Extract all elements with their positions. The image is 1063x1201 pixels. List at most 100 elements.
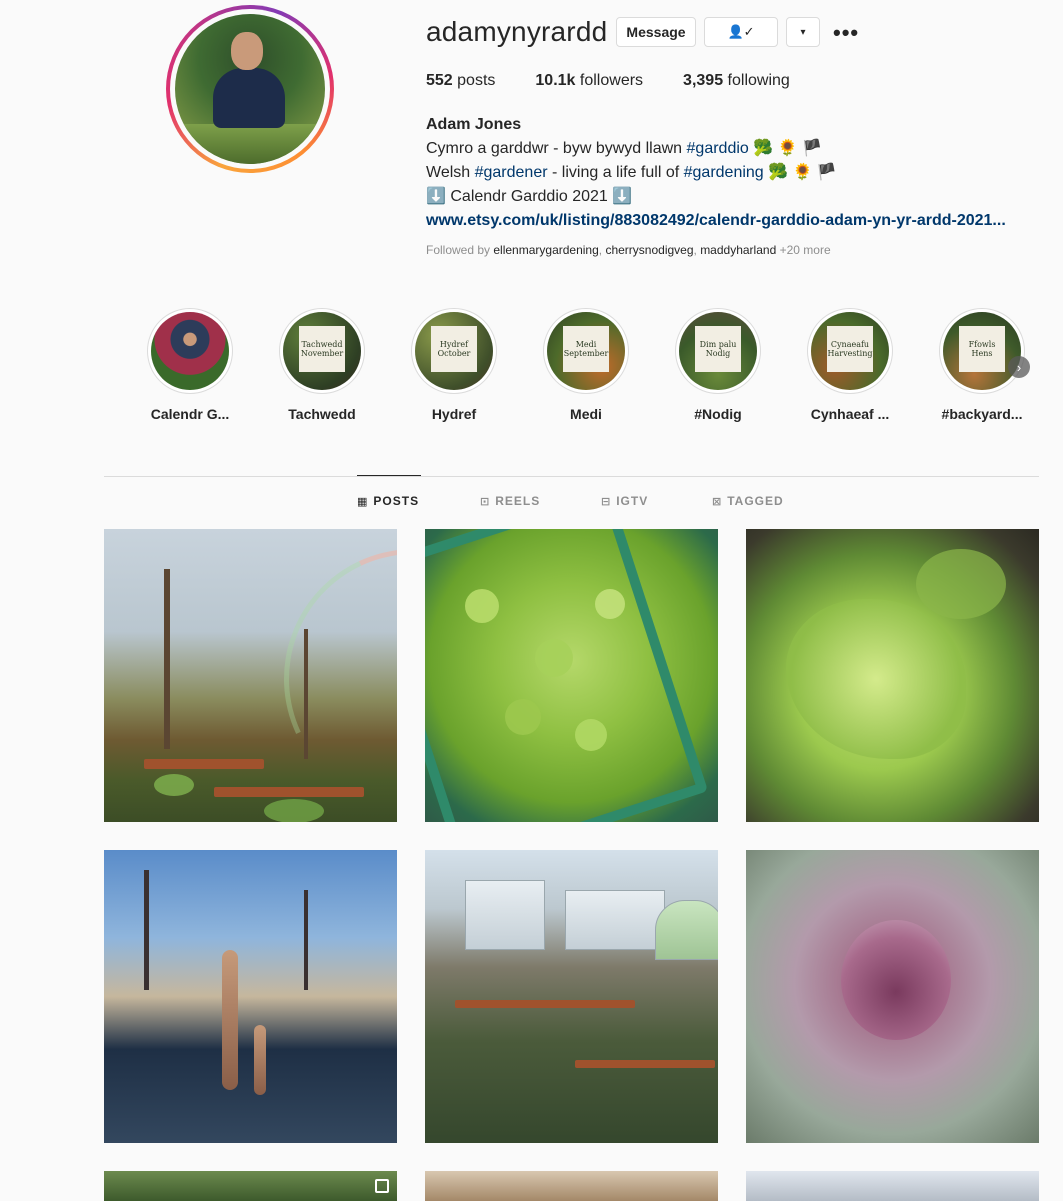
- message-button[interactable]: Message: [616, 17, 696, 47]
- active-tab-indicator: [357, 475, 421, 476]
- tab-reels[interactable]: ⊡ REELS: [480, 494, 540, 508]
- post-image-sprout: [595, 589, 625, 619]
- post-image-polytunnel: [655, 900, 718, 960]
- highlight-ring: Cynaeafu Harvesting: [807, 308, 893, 394]
- highlight-ring: Dim palu Nodig: [675, 308, 761, 394]
- grid-icon: ▦: [357, 495, 369, 508]
- highlight-item[interactable]: Hydref October Hydref: [388, 308, 520, 422]
- following-count: 3,395: [683, 72, 724, 89]
- followed-by-user[interactable]: ellenmarygardening: [493, 243, 598, 257]
- highlight-item[interactable]: Cynaeafu Harvesting Cynhaeaf ...: [784, 308, 916, 422]
- more-options-icon[interactable]: •••: [833, 20, 859, 46]
- profile-full-name: Adam Jones: [426, 116, 522, 133]
- bio-emoji: 🥦 🌻 🏴: [763, 164, 837, 181]
- post-image-lettuce: [786, 599, 966, 759]
- followed-by-user[interactable]: cherrysnodigveg: [605, 243, 693, 257]
- post-image-sprout: [505, 699, 541, 735]
- hashtag-link-gardener[interactable]: #gardener: [475, 164, 548, 181]
- highlight-cover: Tachwedd November: [283, 312, 361, 390]
- highlight-label: Tachwedd: [288, 406, 356, 422]
- highlight-label: Hydref: [431, 406, 477, 422]
- highlight-card-text: Medi September: [563, 326, 609, 372]
- bio-text: Cymro a garddwr - byw bywyd llawn: [426, 140, 687, 157]
- bio-external-link[interactable]: www.etsy.com/uk/listing/883082492/calend…: [426, 209, 1036, 233]
- profile-username: adamynyrardd: [426, 16, 608, 47]
- profile-tabs: ▦ POSTS ⊡ REELS ⊟ IGTV ⊠ TAGGED: [104, 494, 1039, 514]
- post-image-tree: [164, 569, 170, 749]
- post-image-plant: [264, 799, 324, 822]
- avatar: [175, 14, 325, 164]
- followed-by-user[interactable]: maddyharland: [700, 243, 776, 257]
- tab-label: TAGGED: [727, 494, 784, 508]
- avatar-person-body: [213, 68, 285, 128]
- followed-by-label: Followed by: [426, 243, 494, 257]
- highlight-cover: Hydref October: [415, 312, 493, 390]
- highlight-ring: Hydref October: [411, 308, 497, 394]
- highlight-item[interactable]: Tachwedd November Tachwedd: [256, 308, 388, 422]
- highlight-item[interactable]: Medi September Medi: [520, 308, 652, 422]
- post-thumbnail[interactable]: [425, 529, 718, 822]
- highlight-label: Medi: [570, 406, 602, 422]
- tab-label: POSTS: [373, 494, 420, 508]
- post-thumbnail[interactable]: [104, 1171, 397, 1201]
- igtv-icon: ⊟: [601, 495, 612, 508]
- chevron-right-icon: ›: [1016, 359, 1022, 375]
- tab-posts[interactable]: ▦ POSTS: [357, 494, 419, 508]
- post-thumbnail[interactable]: [425, 850, 718, 1143]
- highlight-item[interactable]: Calendr G...: [124, 308, 256, 422]
- highlight-ring: [147, 308, 233, 394]
- highlight-label: #Nodig: [694, 406, 742, 422]
- profile-stats: 552 posts 10.1k followers 3,395 followin…: [426, 72, 830, 90]
- posts-count: 552: [426, 72, 453, 89]
- profile-bio: Adam Jones Cymro a garddwr - byw bywyd l…: [426, 113, 1041, 233]
- carousel-icon: [375, 1179, 389, 1193]
- highlight-cover: [151, 312, 229, 390]
- highlights-next-button[interactable]: ›: [1008, 356, 1030, 378]
- post-image-tree: [304, 890, 308, 990]
- bio-line-english: Welsh #gardener - living a life full of …: [426, 161, 1041, 185]
- highlight-cover: Ffowls Hens: [943, 312, 1021, 390]
- hashtag-link-garddio[interactable]: #garddio: [687, 140, 749, 157]
- highlight-card-text: Ffowls Hens: [959, 326, 1005, 372]
- avatar-frame: [170, 9, 330, 169]
- highlight-cover: Medi September: [547, 312, 625, 390]
- post-thumbnail[interactable]: [746, 529, 1039, 822]
- following-button[interactable]: 👤✓: [704, 17, 778, 47]
- post-thumbnail[interactable]: [425, 1171, 718, 1201]
- following-stat[interactable]: 3,395 following: [683, 72, 790, 90]
- highlight-card-text: Tachwedd November: [299, 326, 345, 372]
- post-image-raised-bed: [455, 1000, 635, 1008]
- post-image-bulrush: [254, 1025, 266, 1095]
- followers-stat[interactable]: 10.1k followers: [535, 72, 643, 90]
- post-thumbnail[interactable]: [104, 850, 397, 1143]
- post-image-bulrush: [222, 950, 238, 1090]
- post-image-red-cabbage: [841, 920, 951, 1040]
- profile-avatar-story-ring[interactable]: [166, 5, 334, 173]
- avatar-plants: [175, 124, 325, 164]
- highlight-ring: Tachwedd November: [279, 308, 365, 394]
- tab-label: IGTV: [616, 494, 649, 508]
- followed-by-more[interactable]: +20 more: [780, 243, 831, 257]
- tagged-icon: ⊠: [712, 495, 723, 508]
- post-image-shed: [465, 880, 545, 950]
- highlight-label: Calendr G...: [150, 406, 230, 422]
- followed-by[interactable]: Followed by ellenmarygardening, cherrysn…: [426, 243, 831, 257]
- highlight-card-text: Cynaeafu Harvesting: [827, 326, 873, 372]
- post-image-raised-bed: [214, 787, 364, 797]
- tab-tagged[interactable]: ⊠ TAGGED: [712, 494, 784, 508]
- hashtag-link-gardening[interactable]: #gardening: [684, 164, 764, 181]
- post-thumbnail[interactable]: [746, 1171, 1039, 1201]
- highlight-label: Cynhaeaf ...: [810, 406, 890, 422]
- bio-text: Welsh: [426, 164, 475, 181]
- posts-label: posts: [457, 72, 496, 89]
- post-thumbnail[interactable]: [104, 529, 397, 822]
- bio-text: - living a life full of: [547, 164, 684, 181]
- highlight-item[interactable]: Dim palu Nodig #Nodig: [652, 308, 784, 422]
- tab-igtv[interactable]: ⊟ IGTV: [601, 494, 648, 508]
- highlight-ring: Ffowls Hens: [939, 308, 1025, 394]
- following-user-check-icon: 👤✓: [727, 24, 755, 39]
- post-thumbnail[interactable]: [746, 850, 1039, 1143]
- post-image-lettuce: [916, 549, 1006, 619]
- suggested-dropdown-button[interactable]: ▾: [786, 17, 820, 47]
- tab-label: REELS: [495, 494, 541, 508]
